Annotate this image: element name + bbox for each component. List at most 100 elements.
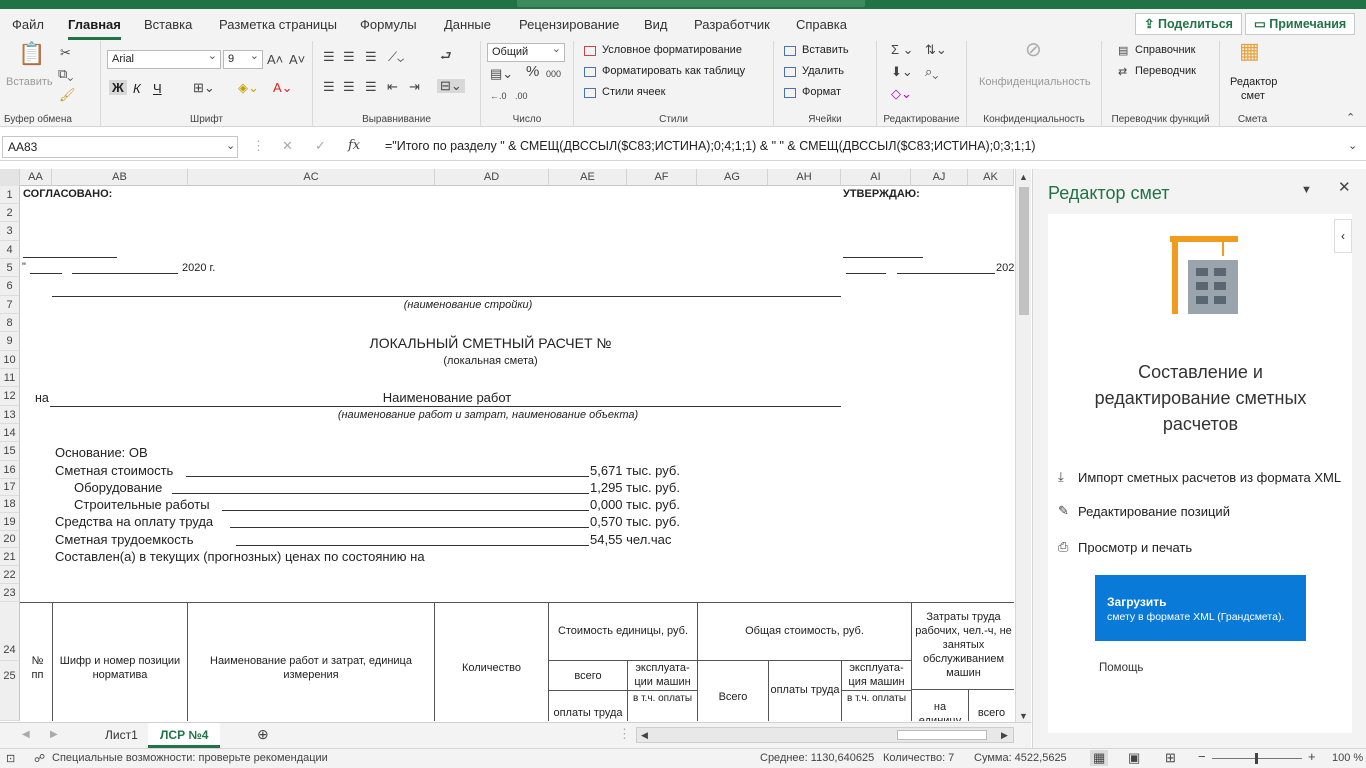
percent-icon[interactable]: % xyxy=(526,64,539,79)
share-button[interactable]: ⇪ Поделиться xyxy=(1135,13,1242,35)
find-icon[interactable]: ⌕⌄ xyxy=(925,65,938,79)
row-header[interactable]: 1 xyxy=(0,186,20,204)
pane-collapse-icon[interactable]: ‹ xyxy=(1334,219,1352,253)
estimate-editor-button-line2[interactable]: смет xyxy=(1241,90,1265,102)
tab-splitter-icon[interactable]: ⋮ xyxy=(618,727,631,741)
select-all-corner[interactable] xyxy=(0,169,20,186)
scroll-right-icon[interactable]: ▶ xyxy=(1001,728,1008,742)
row-header[interactable]: 7 xyxy=(0,296,20,314)
scroll-down-icon[interactable]: ▼ xyxy=(1019,709,1028,723)
vertical-scrollbar[interactable]: ▲ ▼ xyxy=(1015,169,1031,722)
align-top-icon[interactable]: ☰ xyxy=(323,50,335,64)
name-box-dropdown-icon[interactable]: ⌄ xyxy=(226,139,235,153)
zoom-level[interactable]: 100 % xyxy=(1332,752,1363,764)
increase-decimal-icon[interactable]: ←.0 xyxy=(490,89,507,103)
row-header[interactable]: 17 xyxy=(0,479,20,496)
row-header[interactable]: 21 xyxy=(0,548,20,566)
row-header[interactable]: 13 xyxy=(0,406,20,424)
font-grow-icon[interactable]: A˄ xyxy=(267,53,283,67)
cancel-icon[interactable]: ✕ xyxy=(282,139,293,153)
format-painter-icon[interactable]: 🖌 xyxy=(59,88,76,102)
thousands-icon[interactable]: 000 xyxy=(546,67,561,81)
privacy-button[interactable]: Конфиденциальность xyxy=(979,76,1091,88)
number-format-select[interactable]: Общий xyxy=(487,42,565,62)
wrap-text-icon[interactable]: ⮐ xyxy=(440,49,452,63)
font-color-icon[interactable]: A⌄ xyxy=(273,81,293,95)
fill-icon[interactable]: ⬇⌄ xyxy=(891,65,913,79)
row-header[interactable]: 22 xyxy=(0,566,20,584)
align-right-icon[interactable]: ☰ xyxy=(365,80,377,94)
column-header[interactable]: AD xyxy=(435,169,549,186)
tab-view[interactable]: Вид xyxy=(644,17,668,32)
fill-color-icon[interactable]: ◈⌄ xyxy=(238,81,259,95)
row-header[interactable]: 4 xyxy=(0,241,20,259)
expand-formula-icon[interactable]: ⌄ xyxy=(1348,139,1357,153)
scroll-left-icon[interactable]: ◀ xyxy=(641,728,648,742)
prev-sheet-icon[interactable]: ◀ xyxy=(22,728,30,742)
format-table-button[interactable]: Форматировать как таблицу xyxy=(602,65,745,77)
underline-button[interactable]: Ч xyxy=(153,81,162,96)
column-header[interactable]: AH xyxy=(768,169,841,186)
row-header[interactable]: 25 xyxy=(0,661,20,721)
borders-icon[interactable]: ⊞⌄ xyxy=(193,81,215,95)
conditional-format-button[interactable]: Условное форматирование xyxy=(602,44,742,56)
row-header[interactable]: 2 xyxy=(0,204,20,222)
autosum-icon[interactable]: Σ ⌄ xyxy=(891,43,914,57)
column-header[interactable]: AG xyxy=(697,169,768,186)
tab-formulas[interactable]: Формулы xyxy=(360,17,417,32)
tab-page-layout[interactable]: Разметка страницы xyxy=(219,17,337,32)
zoom-slider-thumb[interactable] xyxy=(1255,753,1258,764)
bold-button[interactable]: Ж xyxy=(109,80,127,95)
row-header[interactable]: 8 xyxy=(0,314,20,332)
insert-cells-button[interactable]: Вставить xyxy=(802,44,849,56)
name-box[interactable]: AA83 xyxy=(2,136,238,158)
tab-file[interactable]: Файл xyxy=(12,17,44,32)
format-cells-button[interactable]: Формат xyxy=(802,86,841,98)
collapse-ribbon-icon[interactable]: ⌃ xyxy=(1346,111,1355,125)
sheet-tab[interactable]: Лист1 xyxy=(93,723,150,748)
next-sheet-icon[interactable]: ▶ xyxy=(50,728,58,742)
row-header[interactable]: 15 xyxy=(0,442,20,461)
page-break-view-icon[interactable]: ⊞ xyxy=(1165,750,1176,766)
column-header[interactable]: AC xyxy=(188,169,435,186)
tab-review[interactable]: Рецензирование xyxy=(519,17,619,32)
horizontal-scrollbar[interactable]: ◀ ▶ xyxy=(636,727,1014,743)
enter-icon[interactable]: ✓ xyxy=(315,139,326,153)
load-xml-button[interactable]: Загрузить смету в формате XML (Грандсмет… xyxy=(1095,575,1306,641)
row-header[interactable]: 20 xyxy=(0,531,20,548)
column-header[interactable]: AJ xyxy=(911,169,968,186)
edit-positions-link[interactable]: Редактирование позиций xyxy=(1078,504,1230,519)
row-header[interactable]: 19 xyxy=(0,513,20,531)
column-header[interactable]: AK xyxy=(968,169,1014,186)
sort-filter-icon[interactable]: ⇅⌄ xyxy=(925,43,947,57)
clear-icon[interactable]: ◇⌄ xyxy=(891,87,912,101)
zoom-out-icon[interactable]: − xyxy=(1198,749,1206,764)
tab-data[interactable]: Данные xyxy=(444,17,491,32)
zoom-in-icon[interactable]: + xyxy=(1308,749,1316,764)
paste-icon[interactable]: 📋 xyxy=(18,43,45,65)
vertical-scroll-thumb[interactable] xyxy=(1019,187,1029,315)
print-preview-link[interactable]: Просмотр и печать xyxy=(1078,540,1192,555)
tab-developer[interactable]: Разработчик xyxy=(694,17,770,32)
decrease-decimal-icon[interactable]: .00 xyxy=(515,89,528,103)
cut-icon[interactable]: ✂ xyxy=(60,46,71,60)
font-shrink-icon[interactable]: A˅ xyxy=(289,53,305,67)
column-header[interactable]: AF xyxy=(627,169,697,186)
column-header[interactable]: AA xyxy=(20,169,52,186)
normal-view-icon[interactable]: ▦ xyxy=(1090,750,1109,766)
help-link[interactable]: Помощь xyxy=(1099,662,1143,674)
row-header[interactable]: 18 xyxy=(0,496,20,513)
column-header[interactable]: AI xyxy=(841,169,911,186)
align-bottom-icon[interactable]: ☰ xyxy=(365,50,377,64)
pane-options-icon[interactable]: ▼ xyxy=(1301,183,1312,197)
scroll-up-icon[interactable]: ▲ xyxy=(1019,170,1028,184)
row-header[interactable]: 16 xyxy=(0,461,20,479)
paste-button[interactable]: Вставить xyxy=(6,76,53,88)
column-header[interactable]: AB xyxy=(52,169,188,186)
row-header[interactable]: 12 xyxy=(0,387,20,406)
font-size-select[interactable]: 9 xyxy=(223,49,263,69)
italic-button[interactable]: К xyxy=(133,81,141,96)
merge-cells-icon[interactable]: ⊟⌄ xyxy=(437,79,465,93)
estimate-editor-button-line1[interactable]: Редактор xyxy=(1230,76,1277,88)
currency-icon[interactable]: ▤⌄ xyxy=(490,67,513,81)
